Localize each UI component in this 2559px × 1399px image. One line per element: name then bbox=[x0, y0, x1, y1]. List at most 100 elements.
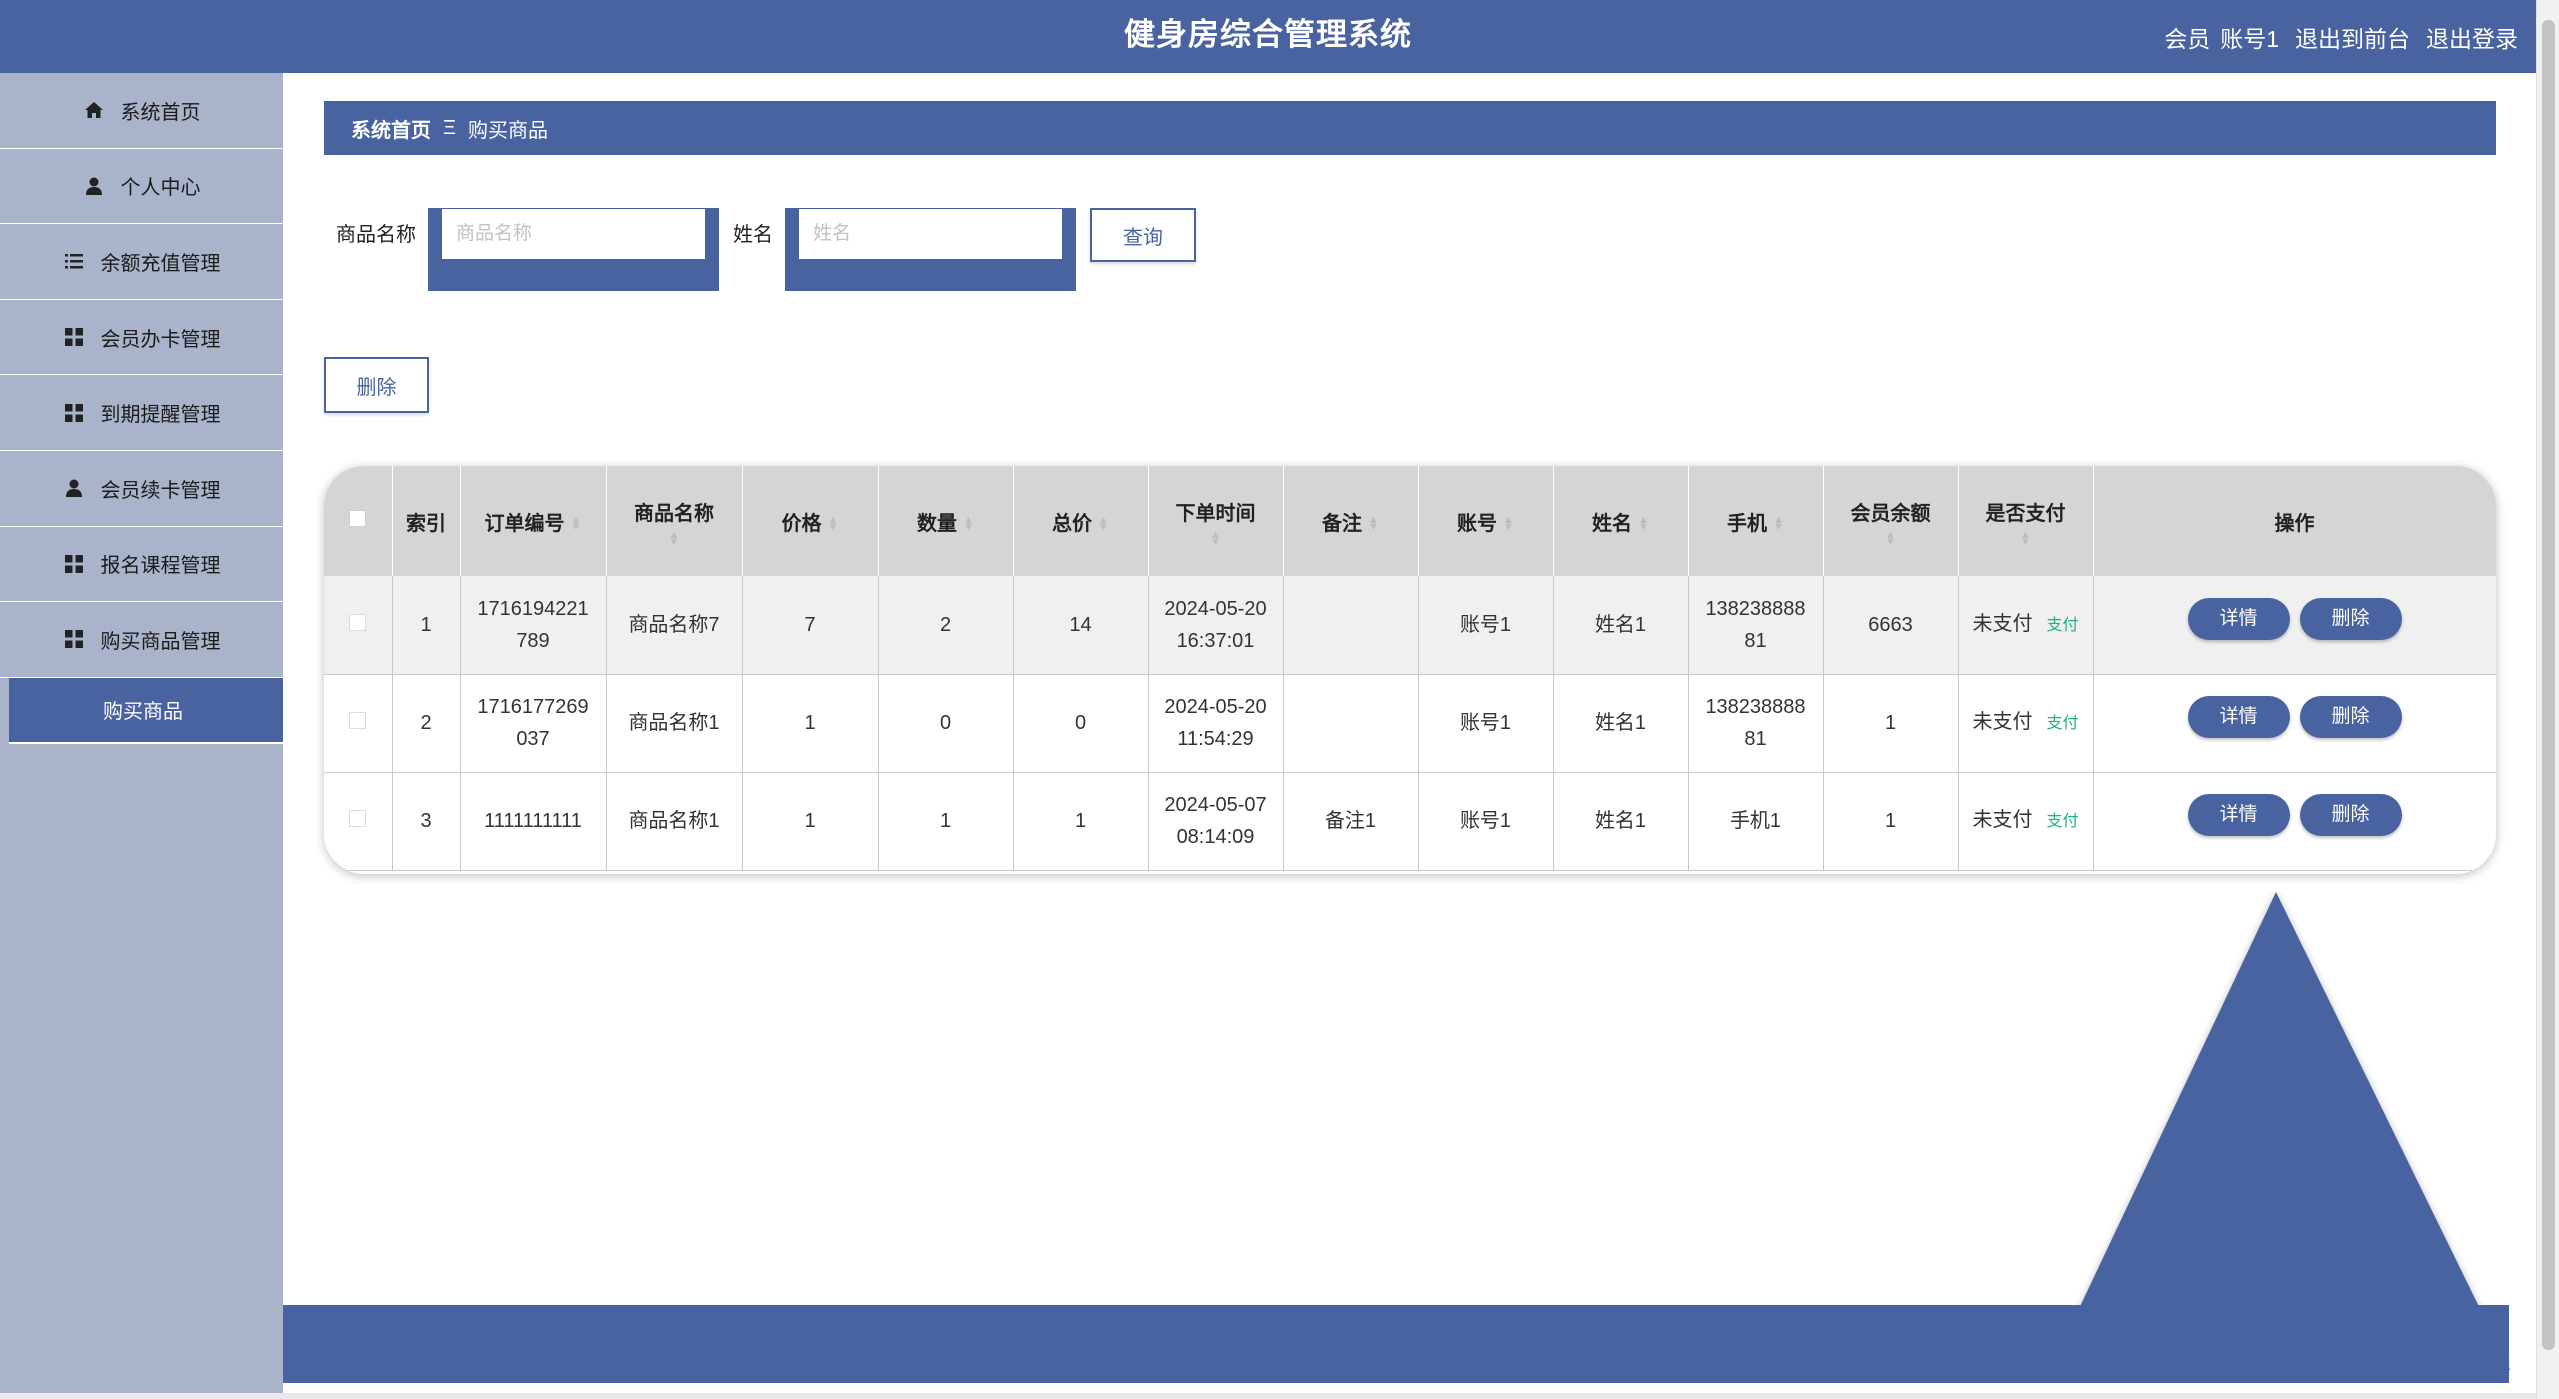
sidebar-item-recharge[interactable]: 余额充值管理 bbox=[0, 224, 283, 300]
cell-quantity: 0 bbox=[878, 674, 1014, 773]
sidebar-item-card[interactable]: 会员办卡管理 bbox=[0, 300, 283, 376]
cell-name: 姓名1 bbox=[1553, 576, 1689, 675]
detail-button[interactable]: 详情 bbox=[2187, 696, 2290, 738]
cell-note: 备注1 bbox=[1283, 772, 1419, 871]
pay-link[interactable]: 支付 bbox=[2046, 617, 2078, 634]
back-to-front-link[interactable]: 退出到前台 bbox=[2295, 20, 2410, 54]
row-checkbox[interactable] bbox=[349, 712, 367, 729]
cell-order-no: 1716194221 789 bbox=[460, 576, 607, 675]
table-row: 2 1716177269 037 商品名称1 1 0 0 2024-05-20 11… bbox=[324, 674, 2496, 773]
column-header-phone[interactable]: 手机 ▲ ▼ bbox=[1688, 466, 1824, 576]
cell-balance: 6663 bbox=[1823, 576, 1959, 675]
top-header: 健身房综合管理系统 会员 账号1 退出到前台 退出登录 bbox=[0, 0, 2536, 73]
name-label: 姓名 bbox=[733, 224, 773, 246]
pay-link[interactable]: 支付 bbox=[2046, 715, 2078, 732]
row-checkbox[interactable] bbox=[349, 613, 367, 631]
sidebar-item-label: 个人中心 bbox=[120, 177, 201, 200]
sidebar-item-course[interactable]: 报名课程管理 bbox=[0, 527, 283, 603]
cell-actions: 详情 删除 bbox=[2093, 674, 2496, 773]
column-header-order-time[interactable]: 下单时间 ▲ ▼ bbox=[1148, 466, 1284, 576]
vertical-scrollbar[interactable] bbox=[2536, 0, 2559, 1399]
select-all-checkbox[interactable] bbox=[349, 509, 367, 527]
sort-icon[interactable]: ▲ ▼ bbox=[963, 515, 974, 533]
sort-icon[interactable]: ▲ ▼ bbox=[1149, 529, 1283, 547]
user-icon bbox=[83, 175, 105, 197]
sort-icon[interactable]: ▲ ▼ bbox=[1824, 529, 1958, 547]
cell-paid: 未支付 支付 bbox=[1958, 576, 2094, 675]
app-title: 健身房综合管理系统 bbox=[1124, 17, 1412, 52]
sidebar-item-label: 会员办卡管理 bbox=[100, 328, 221, 351]
product-name-label: 商品名称 bbox=[336, 224, 416, 246]
cell-order-no: 1111111111 bbox=[460, 772, 607, 871]
cell-product: 商品名称7 bbox=[606, 576, 743, 675]
sidebar-item-label: 会员续卡管理 bbox=[100, 479, 221, 502]
column-header-balance[interactable]: 会员余额 ▲ ▼ bbox=[1823, 466, 1959, 576]
sort-icon[interactable]: ▲ ▼ bbox=[828, 515, 839, 533]
cell-phone: 138238888 81 bbox=[1688, 674, 1824, 773]
cell-order-time: 2024-05-20 16:37:01 bbox=[1148, 576, 1284, 675]
sort-icon[interactable]: ▲ ▼ bbox=[607, 529, 742, 547]
orders-table: 索引 订单编号 ▲ ▼ 商品名称 ▲ ▼ 价格 ▲ ▼ 数量 ▲ ▼ 总价 ▲ ▼ 下单时间 ▲ ▼ 备… bbox=[324, 466, 2496, 871]
sort-icon[interactable]: ▲ ▼ bbox=[1959, 529, 2093, 547]
name-input[interactable] bbox=[798, 208, 1063, 260]
column-header-order-no[interactable]: 订单编号 ▲ ▼ bbox=[460, 466, 607, 576]
scrollbar-thumb[interactable] bbox=[2542, 20, 2555, 1350]
row-delete-button[interactable]: 删除 bbox=[2299, 597, 2402, 640]
query-button[interactable]: 查询 bbox=[1090, 208, 1196, 262]
cell-account: 账号1 bbox=[1418, 674, 1554, 773]
cell-phone: 手机1 bbox=[1688, 772, 1824, 871]
cell-total: 0 bbox=[1013, 674, 1149, 773]
sidebar-item-expiry[interactable]: 到期提醒管理 bbox=[0, 375, 283, 451]
user-name: 账号1 bbox=[2220, 25, 2279, 52]
sidebar-subitem-buy-product[interactable]: 购买商品 bbox=[9, 677, 283, 744]
sidebar-item-purchase[interactable]: 购买商品管理 bbox=[0, 602, 283, 678]
cell-name: 姓名1 bbox=[1553, 674, 1689, 773]
column-header-price[interactable]: 价格 ▲ ▼ bbox=[742, 466, 879, 576]
grid-icon bbox=[63, 628, 85, 650]
user-role: 会员 bbox=[2164, 25, 2211, 52]
horizontal-scrollbar[interactable] bbox=[0, 1393, 2536, 1399]
column-header-paid[interactable]: 是否支付 ▲ ▼ bbox=[1958, 466, 2094, 576]
detail-button[interactable]: 详情 bbox=[2187, 597, 2290, 640]
breadcrumb-home[interactable]: 系统首页 bbox=[351, 114, 431, 143]
user-icon bbox=[63, 477, 85, 499]
sidebar-item-renew[interactable]: 会员续卡管理 bbox=[0, 451, 283, 527]
table-row: 3 1111111111 商品名称1 1 1 1 2024-05-07 08:14… bbox=[324, 772, 2496, 871]
detail-button[interactable]: 详情 bbox=[2187, 794, 2290, 836]
sidebar-item-home[interactable]: 系统首页 bbox=[0, 73, 283, 149]
sidebar-item-label: 系统首页 bbox=[120, 101, 201, 124]
column-header-account[interactable]: 账号 ▲ ▼ bbox=[1418, 466, 1554, 576]
cell-actions: 详情 删除 bbox=[2093, 576, 2496, 675]
cell-quantity: 1 bbox=[878, 772, 1014, 871]
product-name-input[interactable] bbox=[441, 208, 706, 260]
row-checkbox[interactable] bbox=[349, 810, 367, 827]
cell-paid: 未支付 支付 bbox=[1958, 772, 2094, 871]
cell-paid: 未支付 支付 bbox=[1958, 674, 2094, 773]
sort-icon[interactable]: ▲ ▼ bbox=[571, 515, 582, 533]
sidebar-item-label: 报名课程管理 bbox=[100, 555, 221, 578]
batch-delete-button[interactable]: 删除 bbox=[324, 357, 429, 413]
row-delete-button[interactable]: 删除 bbox=[2299, 696, 2402, 738]
pay-link[interactable]: 支付 bbox=[2046, 813, 2078, 830]
select-all-header[interactable] bbox=[324, 466, 393, 576]
sort-icon[interactable]: ▲ ▼ bbox=[1368, 515, 1379, 533]
column-header-quantity[interactable]: 数量 ▲ ▼ bbox=[878, 466, 1014, 576]
column-header-name[interactable]: 姓名 ▲ ▼ bbox=[1553, 466, 1689, 576]
sort-icon[interactable]: ▲ ▼ bbox=[1773, 515, 1784, 533]
sidebar-item-profile[interactable]: 个人中心 bbox=[0, 149, 283, 225]
logout-link[interactable]: 退出登录 bbox=[2426, 20, 2518, 54]
column-header-product[interactable]: 商品名称 ▲ ▼ bbox=[606, 466, 743, 576]
cell-order-no: 1716177269 037 bbox=[460, 674, 607, 773]
cell-note bbox=[1283, 576, 1419, 675]
cell-actions: 详情 删除 bbox=[2093, 772, 2496, 871]
cell-price: 1 bbox=[742, 674, 879, 773]
cell-quantity: 2 bbox=[878, 576, 1014, 675]
column-header-total[interactable]: 总价 ▲ ▼ bbox=[1013, 466, 1149, 576]
column-header-note[interactable]: 备注 ▲ ▼ bbox=[1283, 466, 1419, 576]
sort-icon[interactable]: ▲ ▼ bbox=[1098, 515, 1109, 533]
cell-order-time: 2024-05-07 08:14:09 bbox=[1148, 772, 1284, 871]
cell-name: 姓名1 bbox=[1553, 772, 1689, 871]
sort-icon[interactable]: ▲ ▼ bbox=[1503, 515, 1514, 533]
row-delete-button[interactable]: 删除 bbox=[2299, 794, 2402, 836]
sort-icon[interactable]: ▲ ▼ bbox=[1638, 515, 1649, 533]
